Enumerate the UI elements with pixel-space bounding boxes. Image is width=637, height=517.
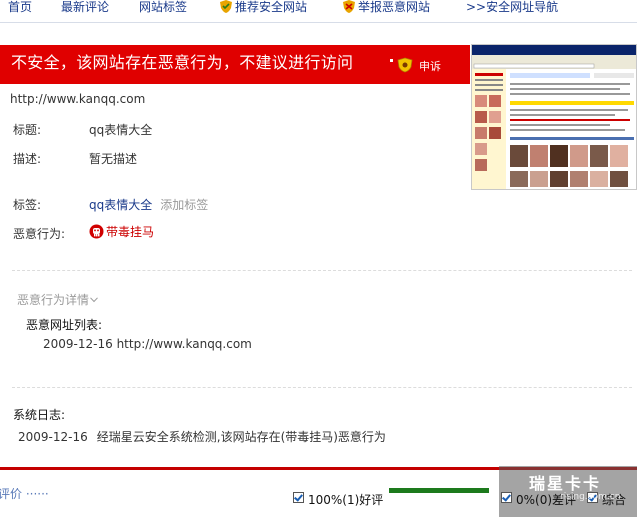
watermark-brand: 瑞星卡卡 bbox=[529, 474, 602, 493]
title-value: qq表情大全 bbox=[89, 123, 153, 137]
description-value: 暂无描述 bbox=[89, 152, 138, 166]
malicious-url-date: 2009-12-16 bbox=[43, 337, 113, 351]
malicious-url-row: 2009-12-16 http://www.kanqq.com bbox=[43, 337, 252, 351]
appeal-link[interactable]: 申诉 bbox=[419, 58, 441, 74]
nav-divider bbox=[0, 22, 637, 23]
nav-safe-directory[interactable]: >>安全网址导航 bbox=[466, 0, 558, 14]
malicious-behavior-label: 恶意行为: bbox=[13, 227, 66, 241]
nav-latest-comments[interactable]: 最新评论 bbox=[61, 0, 109, 14]
divider bbox=[12, 270, 632, 271]
tags-label: 标签: bbox=[13, 198, 42, 212]
nav-home[interactable]: 首页 bbox=[8, 0, 32, 14]
nav-report-malicious[interactable]: 举报恶意网站 bbox=[343, 0, 430, 14]
malicious-url-list-title: 恶意网址列表: bbox=[26, 318, 103, 332]
site-url: http://www.kanqq.com bbox=[10, 92, 146, 106]
nav-site-tags[interactable]: 网站标签 bbox=[139, 0, 187, 14]
watermark-subtext: rising.com.cn bbox=[560, 492, 621, 502]
title-label: 标题: bbox=[13, 123, 42, 137]
nav-report-malicious-label: 举报恶意网站 bbox=[358, 0, 431, 14]
good-rating-checkbox[interactable] bbox=[293, 492, 304, 503]
log-entry-text: 经瑞星云安全系统检测,该网站存在(带毒挂马)恶意行为 bbox=[96, 430, 386, 444]
malicious-url: http://www.kanqq.com bbox=[116, 337, 252, 351]
appeal-icon[interactable] bbox=[397, 57, 413, 73]
warning-banner: 不安全，该网站存在恶意行为，不建议进行访问 申诉 bbox=[0, 45, 470, 83]
nav-recommend-safe-label: 推荐安全网站 bbox=[235, 0, 308, 14]
log-entry-date: 2009-12-16 bbox=[18, 430, 88, 444]
malicious-behavior-value[interactable]: 带毒挂马 bbox=[106, 223, 154, 240]
details-toggle[interactable]: 恶意行为详情 bbox=[17, 291, 98, 308]
site-thumbnail[interactable] bbox=[471, 44, 637, 190]
log-entry: 2009-12-16 经瑞星云安全系统检测,该网站存在(带毒挂马)恶意行为 bbox=[18, 428, 386, 445]
top-nav: 首页 最新评论 网站标签 推荐安全网站 举报恶意网站 >>安全网址导航 bbox=[0, 0, 637, 18]
warning-dot bbox=[390, 59, 393, 62]
warning-underline bbox=[0, 83, 470, 84]
site-screenshot-image bbox=[472, 45, 636, 189]
tag-link[interactable]: qq表情大全 bbox=[89, 198, 152, 212]
warning-text: 不安全，该网站存在恶意行为，不建议进行访问 bbox=[11, 53, 354, 72]
divider bbox=[12, 387, 632, 388]
shield-icon bbox=[220, 0, 232, 13]
details-toggle-label: 恶意行为详情 bbox=[17, 293, 90, 307]
tags-value: qq表情大全 添加标签 bbox=[89, 196, 208, 213]
rating-title: 评价 ······ bbox=[0, 487, 49, 501]
add-tag-link[interactable]: 添加标签 bbox=[160, 198, 208, 212]
chevron-down-icon bbox=[90, 297, 98, 303]
description-label: 描述: bbox=[13, 152, 42, 166]
good-rating-bar bbox=[389, 488, 489, 493]
good-rating-label: 100%(1)好评 bbox=[308, 493, 384, 507]
system-log-title: 系统日志: bbox=[13, 408, 66, 422]
malware-icon bbox=[89, 224, 104, 239]
bad-rating-checkbox[interactable] bbox=[501, 492, 512, 503]
nav-recommend-safe[interactable]: 推荐安全网站 bbox=[220, 0, 307, 14]
shield-icon bbox=[343, 0, 355, 13]
